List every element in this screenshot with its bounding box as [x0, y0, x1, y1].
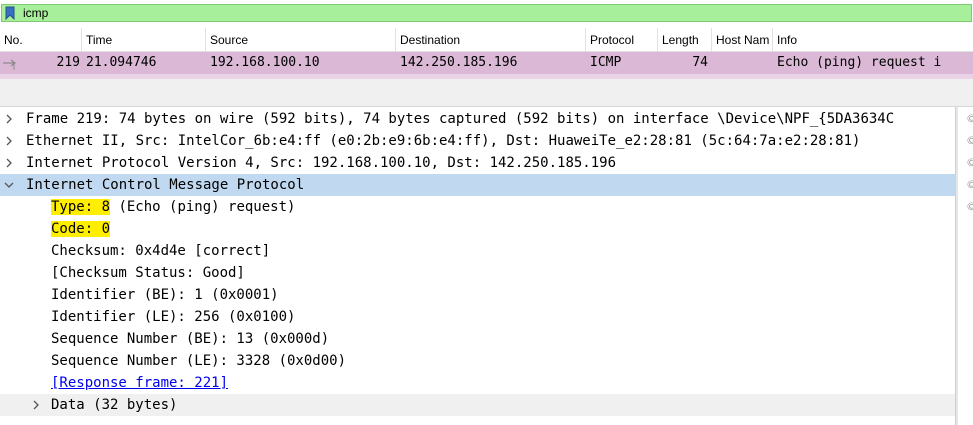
tree-item-icmp[interactable]: Internet Control Message Protocol [0, 174, 955, 196]
tree-item-icmp-type[interactable]: Type: 8 (Echo (ping) request) [0, 196, 955, 218]
column-header-no[interactable]: No. [0, 28, 82, 52]
column-header-destination[interactable]: Destination [396, 28, 586, 52]
cell-host-name [716, 52, 771, 74]
response-frame-link[interactable]: [Response frame: 221] [51, 372, 228, 394]
bookmark-icon[interactable] [3, 5, 17, 21]
column-header-info[interactable]: Info [773, 28, 973, 52]
type-description: (Echo (ping) request) [110, 199, 296, 215]
tree-item-label: Internet Control Message Protocol [26, 177, 305, 193]
column-header-time[interactable]: Time [82, 28, 206, 52]
request-arrow-icon [2, 56, 18, 70]
tree-item-seq-be[interactable]: Sequence Number (BE): 13 (0x000d) [0, 328, 955, 350]
column-header-source[interactable]: Source [206, 28, 396, 52]
chevron-right-icon[interactable] [30, 394, 42, 416]
display-filter-input[interactable]: icmp [1, 4, 972, 22]
tree-item-icmp-code[interactable]: Code: 0 [0, 218, 955, 240]
tree-item-data[interactable]: Data (32 bytes) [0, 394, 955, 416]
chevron-right-icon[interactable] [3, 152, 15, 174]
cell-info: Echo (ping) request i [777, 55, 942, 70]
tree-item-label: Checksum: 0x4d4e [correct] [51, 243, 271, 259]
tree-item-label: Data (32 bytes) [51, 397, 178, 413]
tree-item-ip[interactable]: Internet Protocol Version 4, Src: 192.16… [0, 152, 955, 174]
cell-length: 74 [692, 55, 708, 70]
chevron-right-icon[interactable] [3, 130, 15, 152]
tree-item-label: [Checksum Status: Good] [51, 265, 245, 281]
packet-list-header: No. Time Source Destination Protocol Len… [0, 28, 973, 52]
tree-item-ethernet[interactable]: Ethernet II, Src: IntelCor_6b:e4:ff (e0:… [0, 130, 955, 152]
pane-glyph-icon: © [966, 113, 973, 125]
tree-item-identifier-be[interactable]: Identifier (BE): 1 (0x0001) [0, 284, 955, 306]
chevron-right-icon[interactable] [3, 108, 15, 130]
tree-item-frame[interactable]: Frame 219: 74 bytes on wire (592 bits), … [0, 108, 955, 130]
cell-time: 21.094746 [86, 55, 157, 70]
column-header-host-name[interactable]: Host Nam [712, 28, 773, 52]
tree-item-checksum[interactable]: Checksum: 0x4d4e [correct] [0, 240, 955, 262]
highlighted-type-field: Type: 8 [51, 199, 111, 215]
tree-item-seq-le[interactable]: Sequence Number (LE): 3328 (0x0d00) [0, 350, 955, 372]
chevron-down-icon[interactable] [3, 174, 15, 196]
packet-row[interactable]: 219 21.094746 192.168.100.10 142.250.185… [0, 52, 973, 74]
tree-item-label: Identifier (LE): 256 (0x0100) [51, 309, 296, 325]
column-header-protocol[interactable]: Protocol [586, 28, 658, 52]
vertical-scrollbar[interactable] [956, 107, 958, 425]
tree-item-label: Ethernet II, Src: IntelCor_6b:e4:ff (e0:… [26, 133, 861, 149]
cell-no: 219 [56, 55, 80, 70]
bytes-pane-edge: © © © © © [955, 107, 973, 425]
cell-protocol: ICMP [590, 55, 622, 70]
cell-source: 192.168.100.10 [210, 55, 320, 70]
tree-item-label: Sequence Number (LE): 3328 (0x0d00) [51, 353, 347, 369]
display-filter-bar: icmp [0, 0, 973, 26]
column-header-length[interactable]: Length [658, 28, 712, 52]
pane-glyph-icon: © [966, 157, 973, 169]
tree-item-label: Identifier (BE): 1 (0x0001) [51, 287, 279, 303]
pane-glyph-icon: © [966, 179, 973, 191]
pane-glyph-icon: © [966, 201, 973, 213]
tree-item-label: Sequence Number (BE): 13 (0x000d) [51, 331, 330, 347]
packet-details-pane: Frame 219: 74 bytes on wire (592 bits), … [0, 107, 955, 425]
tree-item-identifier-le[interactable]: Identifier (LE): 256 (0x0100) [0, 306, 955, 328]
tree-item-label: Internet Protocol Version 4, Src: 192.16… [26, 155, 617, 171]
filter-text: icmp [23, 6, 49, 20]
pane-splitter[interactable] [0, 79, 973, 107]
tree-item-response-frame[interactable]: [Response frame: 221] [0, 372, 955, 394]
cell-destination: 142.250.185.196 [400, 55, 518, 70]
pane-glyph-icon: © [966, 135, 973, 147]
highlighted-code-field: Code: 0 [51, 221, 111, 237]
tree-item-checksum-status[interactable]: [Checksum Status: Good] [0, 262, 955, 284]
tree-item-label: Frame 219: 74 bytes on wire (592 bits), … [26, 111, 895, 127]
